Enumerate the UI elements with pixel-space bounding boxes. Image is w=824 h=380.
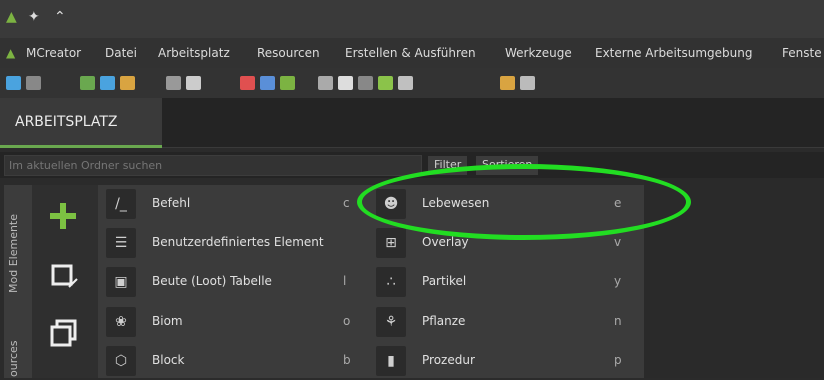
procedure-icon: ▮ (376, 346, 406, 376)
chevrons-up-icon[interactable]: ⌃ (54, 9, 66, 27)
custom-element-icon: ☰ (106, 228, 136, 258)
search-input[interactable] (5, 156, 421, 175)
menu-datei[interactable]: Datei (105, 46, 137, 60)
texture-icon[interactable] (120, 76, 135, 90)
mcreator-logo-icon: ▲ (6, 9, 17, 25)
menu-resourcen[interactable]: Resourcen (257, 46, 320, 60)
search-box (4, 155, 422, 176)
tool-icon[interactable] (358, 76, 373, 90)
structure-icon[interactable] (166, 76, 181, 90)
animation-icon[interactable] (338, 76, 353, 90)
tab-bar: ARBEITSPLATZ (0, 98, 824, 148)
edit-element-icon[interactable] (50, 263, 80, 293)
menu-externe-arbeitsumgebung[interactable]: Externe Arbeitsumgebung (595, 46, 752, 60)
menu-arbeitsplatz[interactable]: Arbeitsplatz (158, 46, 230, 60)
block-icon: ⬡ (106, 346, 136, 376)
list-item-shortcut: n (614, 314, 622, 328)
duplicate-element-icon[interactable] (50, 319, 80, 349)
list-item-label: Prozedur (422, 353, 475, 367)
list-item-label: Befehl (152, 196, 191, 210)
monitor-icon[interactable] (26, 76, 41, 90)
list-item-pflanze[interactable]: ⚘ Pflanze n (376, 303, 626, 341)
tab-resources[interactable]: ources (7, 340, 20, 377)
list-item-biom[interactable]: ❀ Biom o (106, 303, 356, 341)
list-item-befehl[interactable]: /_ Befehl c (106, 185, 356, 223)
run-server-icon[interactable] (280, 76, 295, 90)
list-item-shortcut: o (343, 314, 351, 328)
pin-icon[interactable]: ✦ (28, 9, 40, 27)
list-item-shortcut: c (343, 196, 350, 210)
link-icon[interactable] (520, 76, 535, 90)
list-item-shortcut: y (614, 274, 622, 288)
biome-icon: ❀ (106, 307, 136, 337)
tab-arbeitsplatz[interactable]: ARBEITSPLATZ (0, 98, 162, 148)
menu-mcreator[interactable]: MCreator (26, 46, 81, 60)
workspace-icon[interactable] (6, 76, 21, 90)
add-element-icon[interactable] (80, 76, 95, 90)
settings-icon[interactable] (500, 76, 515, 90)
list-item-label: Biom (152, 314, 183, 328)
sound-icon[interactable] (398, 76, 413, 90)
list-item-block[interactable]: ⬡ Block b (106, 342, 356, 380)
tab-arbeitsplatz-label: ARBEITSPLATZ (15, 114, 118, 130)
menu-werkzeuge[interactable]: Werkzeuge (505, 46, 572, 60)
workspace-sidebar: Mod Elemente ources (4, 185, 32, 378)
list-item-benutzerdefiniertes-element[interactable]: ☰ Benutzerdefiniertes Element (106, 224, 356, 262)
list-item-label: Pflanze (422, 314, 466, 328)
list-item-shortcut: l (343, 274, 347, 288)
mcreator-menu-icon: ▲ (6, 46, 16, 60)
list-item-shortcut: v (614, 235, 622, 249)
list-item-label: Benutzerdefiniertes Element (152, 235, 324, 249)
loot-table-icon: ▣ (106, 267, 136, 297)
tab-mod-elements[interactable]: Mod Elemente (7, 214, 20, 293)
plant-icon: ⚘ (376, 307, 406, 337)
list-item-label: Beute (Loot) Tabelle (152, 274, 272, 288)
add-element-plus-icon[interactable] (48, 201, 78, 231)
action-column (32, 185, 98, 378)
command-icon: /_ (106, 189, 136, 219)
save-icon[interactable] (186, 76, 201, 90)
list-item-shortcut: b (343, 353, 351, 367)
highlight-ring (357, 164, 691, 240)
toolbar (0, 68, 824, 98)
particle-icon: ∴ (376, 267, 406, 297)
title-bar: ▲ ✦ ⌃ (0, 0, 824, 38)
menu-bar: ▲ MCreator Datei Arbeitsplatz Resourcen … (0, 38, 824, 68)
import-icon[interactable] (100, 76, 115, 90)
recipe-icon[interactable] (378, 76, 393, 90)
list-item-beute-tabelle[interactable]: ▣ Beute (Loot) Tabelle l (106, 263, 356, 301)
list-item-prozedur[interactable]: ▮ Prozedur p (376, 342, 626, 380)
list-item-shortcut: p (614, 353, 622, 367)
list-item-label: Partikel (422, 274, 467, 288)
menu-fenster[interactable]: Fenste (782, 46, 822, 60)
list-item-label: Block (152, 353, 185, 367)
list-item-partikel[interactable]: ∴ Partikel y (376, 263, 626, 301)
menu-erstellen-ausfuehren[interactable]: Erstellen & Ausführen (345, 46, 476, 60)
model-icon[interactable] (318, 76, 333, 90)
run-client-icon[interactable] (260, 76, 275, 90)
build-icon[interactable] (240, 76, 255, 90)
overlay-icon: ⊞ (376, 228, 406, 258)
